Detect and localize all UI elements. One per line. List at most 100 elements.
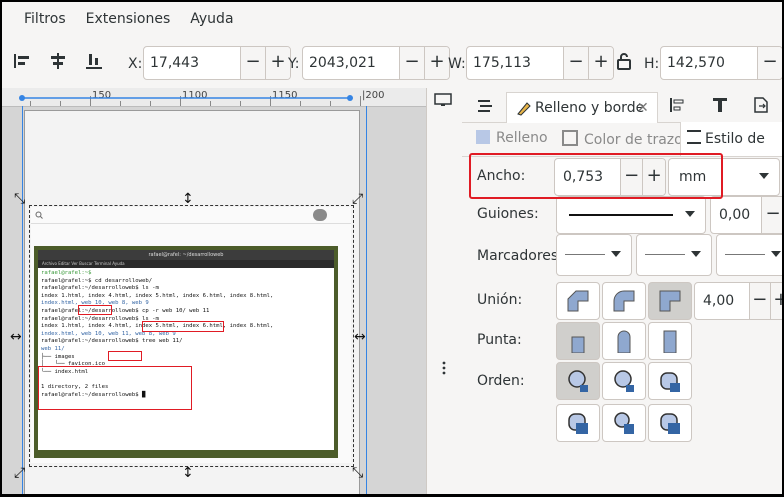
scale-handle-w-icon[interactable]: ↔ [10,330,22,344]
y-spinbox[interactable]: 2043,021 − + [302,46,450,80]
scale-handle-se-icon[interactable]: ⤡ [352,466,363,480]
miter-limit-value[interactable]: 4,00 [695,283,749,319]
tab-color-de-trazo[interactable]: Color de trazo [562,130,683,148]
align-center-icon[interactable] [48,51,68,71]
fill-stroke-panel: Relleno y borde ✕ Relleno Color de trazo… [462,88,782,494]
w-value[interactable]: 175,113 [467,47,563,79]
join-miter-button[interactable] [648,282,692,320]
guide-line[interactable] [22,106,23,494]
w-plus-button[interactable]: + [588,47,613,79]
x-label: X: [128,56,143,72]
stroke-paint-icon [562,130,578,146]
tab-relleno-label: Relleno [496,130,548,146]
text-icon[interactable] [710,95,730,115]
lock-icon[interactable] [614,51,634,71]
cap-square-button[interactable] [648,322,692,360]
tab-relleno-y-borde[interactable]: Relleno y borde ✕ [506,92,658,123]
paint-order-icon [568,370,588,392]
x-value[interactable]: 17,443 [144,47,240,79]
drag-handle-icon[interactable] [441,360,447,376]
x-minus-button[interactable]: − [240,47,265,79]
menu-filtros[interactable]: Filtros [14,11,76,27]
dock-splitter[interactable] [426,88,463,494]
ruler-label: |200 [362,90,385,101]
h-label: H: [644,56,660,72]
x-plus-button[interactable]: + [265,47,290,79]
terminal-title: rafael@rafel: ~/desarrolloweb [38,250,334,260]
align-distribute-icon[interactable] [668,96,686,114]
tab-estilo-de-trazo[interactable]: Estilo de trazo [680,122,782,181]
cap-round-button[interactable] [602,322,646,360]
scale-handle-n-icon[interactable]: ↕ [182,192,194,206]
terminal-line: rafael@rafel:~/desarrolloweb$ ls -m [41,285,159,292]
order-stroke-markers-fill-button[interactable] [602,404,646,442]
paint-order-icon [614,370,634,392]
dash-offset-value[interactable]: 0,00 [711,197,761,233]
terminal-menu: Archivo Editar Ver Buscar Terminal Ayuda [38,260,334,268]
annotation-box [108,351,142,361]
export-icon[interactable] [752,96,770,114]
order-fill-stroke-markers-button[interactable] [556,362,600,400]
align-bottom-icon[interactable] [84,51,104,71]
dash-offset-spinbox[interactable]: 0,00 − [710,196,782,234]
mid-marker-select[interactable] [636,234,712,276]
terminal-line: ├── images [41,353,75,360]
scale-handle-s-icon[interactable]: ↕ [182,466,194,480]
x-spinbox[interactable]: 17,443 − + [143,46,291,80]
canvas[interactable]: 150 1100 1150 |200 rafael@rafel: ~/desar… [2,88,426,494]
end-marker-select[interactable] [716,234,782,276]
h-value[interactable]: 142,570 [661,47,757,79]
scale-handle-sw-icon[interactable]: ⤢ [14,466,25,480]
h-minus-button[interactable]: − [757,47,782,79]
union-label: Unión: [477,292,523,308]
y-minus-button[interactable]: − [399,47,424,79]
inkscape-window: Filtros Extensiones Ayuda X: 17,443 − + … [2,2,782,494]
w-minus-button[interactable]: − [563,47,588,79]
order-stroke-fill-markers-button[interactable] [602,362,646,400]
dash-preview [569,214,673,216]
w-spinbox[interactable]: 175,113 − + [466,46,614,80]
display-icon[interactable] [433,92,453,108]
fill-stroke-subtabs: Relleno Color de trazo Estilo de trazo [462,122,782,181]
dash-select[interactable] [556,196,706,234]
close-icon[interactable]: ✕ [637,93,649,123]
stroke-style-icon [687,130,701,144]
annotation-box [38,366,192,410]
horizontal-ruler[interactable]: 150 1100 1150 |200 [2,88,426,107]
miter-limit-spinbox[interactable]: 4,00 − + [694,282,782,320]
chevron-down-icon [611,251,621,257]
cap-butt-button[interactable] [556,322,600,360]
terminal-line: rafael@rafel:~/desarrolloweb$ tree web 1… [41,338,183,345]
menu-ayuda[interactable]: Ayuda [180,11,243,27]
order-markers-stroke-fill-button[interactable] [648,404,692,442]
fill-stroke-icon [517,102,531,116]
scale-handle-nw-icon[interactable]: ⤡ [14,192,25,206]
tab-label: Relleno y borde [535,100,645,116]
y-plus-button[interactable]: + [424,47,449,79]
paint-order-icon [660,413,680,434]
w-label: W: [448,56,466,72]
join-bevel-button[interactable] [556,282,600,320]
miter-minus-button[interactable]: − [748,283,770,319]
miter-plus-button[interactable]: + [769,283,782,319]
align-left-icon[interactable] [12,51,32,71]
paint-order-icon [660,372,680,392]
scale-handle-ne-icon[interactable]: ⤢ [352,192,363,206]
menu-extensiones[interactable]: Extensiones [76,11,181,27]
dash-offset-minus-button[interactable]: − [761,197,782,233]
dock-tabbar: Relleno y borde ✕ [462,88,782,123]
start-marker-select[interactable] [556,234,632,276]
marker-preview [565,254,605,255]
terminal-image: rafael@rafel: ~/desarrolloweb Archivo Ed… [38,250,334,450]
order-fill-markers-stroke-button[interactable] [648,362,692,400]
tab-relleno[interactable]: Relleno [476,130,548,146]
h-spinbox[interactable]: 142,570 − [660,46,782,80]
layers-icon[interactable] [476,98,494,114]
join-round-button[interactable] [602,282,646,320]
scale-handle-e-icon[interactable]: ↔ [354,330,366,344]
chevron-down-icon [759,173,769,179]
guide-line[interactable] [366,106,367,494]
y-value[interactable]: 2043,021 [303,47,399,79]
order-markers-fill-stroke-button[interactable] [556,404,600,442]
join-miter-icon [659,290,681,312]
